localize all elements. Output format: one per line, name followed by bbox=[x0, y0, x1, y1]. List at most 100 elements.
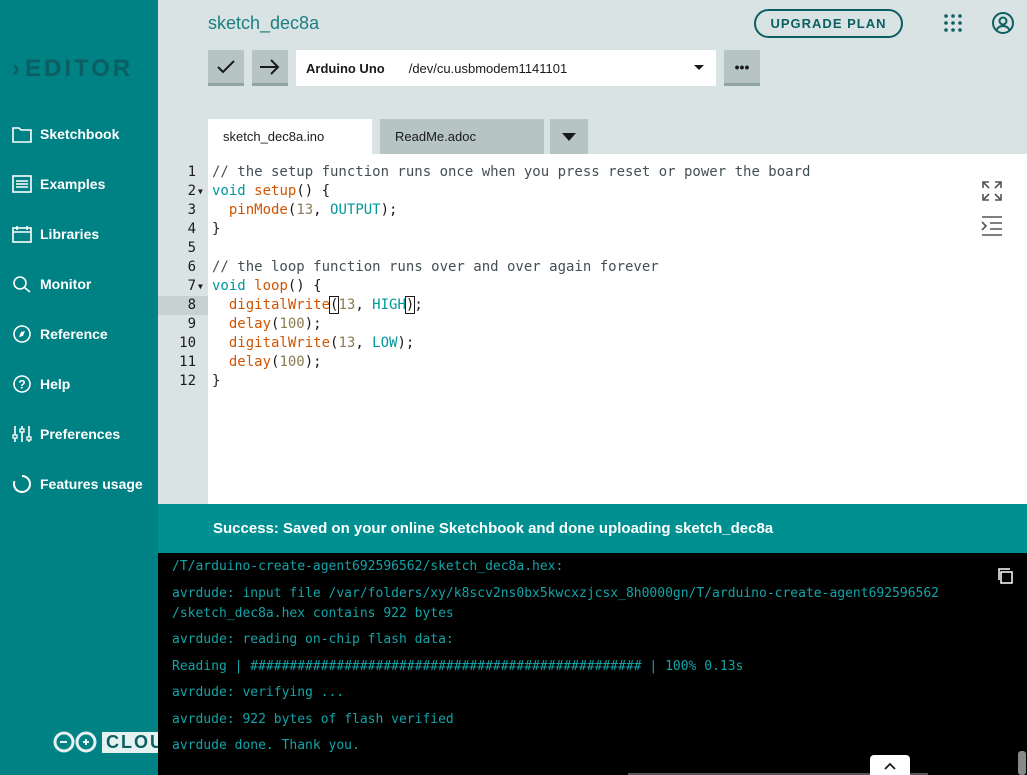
tab-sketch-ino[interactable]: sketch_dec8a.ino bbox=[208, 119, 372, 154]
sidebar-item-help[interactable]: ? Help bbox=[12, 370, 70, 398]
console-scrollbar[interactable] bbox=[1018, 751, 1026, 775]
sidebar-item-label: Help bbox=[40, 376, 71, 392]
chevron-up-icon bbox=[884, 762, 896, 770]
code-line: 12 } bbox=[158, 372, 1027, 391]
board-port: /dev/cu.usbmodem1141101 bbox=[408, 60, 568, 76]
line-number: 3 bbox=[187, 202, 196, 218]
sidebar-item-monitor[interactable]: Monitor bbox=[12, 270, 91, 298]
verify-button[interactable] bbox=[208, 50, 244, 86]
code-constant: LOW bbox=[372, 335, 398, 351]
sidebar-item-label: Examples bbox=[40, 176, 106, 192]
arduino-infinity-icon bbox=[53, 731, 97, 753]
console-line: avrdude: 922 bytes of flash verified bbox=[172, 712, 454, 727]
line-number: 4 bbox=[187, 221, 196, 237]
code-line: 3 pinMode(13, OUTPUT); bbox=[158, 201, 1027, 220]
code-editor[interactable]: 1 // the setup function runs once when y… bbox=[158, 154, 1027, 504]
code-line: 2 ▼ void setup() { bbox=[158, 182, 1027, 201]
sidebar-item-examples[interactable]: Examples bbox=[12, 170, 105, 198]
code-number: 13 bbox=[296, 202, 314, 218]
fold-arrow-icon[interactable]: ▼ bbox=[198, 277, 203, 296]
code-text: () { bbox=[296, 183, 331, 199]
console-line: avrdude done. Thank you. bbox=[172, 738, 360, 753]
arduino-cloud-logo: CLOU bbox=[52, 730, 169, 754]
code-text: () { bbox=[287, 278, 322, 294]
chevron-right-icon: › bbox=[12, 55, 23, 82]
code-function: setup bbox=[254, 183, 297, 199]
compass-icon bbox=[12, 324, 32, 344]
list-icon bbox=[12, 174, 32, 194]
line-number: 8 bbox=[187, 297, 196, 313]
checkmark-icon bbox=[217, 59, 235, 73]
console-output[interactable]: /T/arduino-create-agent692596562/sketch_… bbox=[158, 553, 1027, 775]
code-number: 13 bbox=[338, 297, 356, 313]
code-function: delay bbox=[228, 354, 272, 370]
library-icon bbox=[12, 224, 32, 244]
folder-icon bbox=[12, 124, 32, 144]
sidebar-item-label: Monitor bbox=[40, 276, 92, 292]
board-selector[interactable]: Arduino Uno /dev/cu.usbmodem1141101 bbox=[296, 50, 716, 86]
code-number: 13 bbox=[338, 335, 356, 351]
upgrade-plan-button[interactable]: UPGRADE PLAN bbox=[754, 9, 903, 38]
fold-arrow-icon[interactable]: ▼ bbox=[198, 182, 203, 201]
chevron-down-icon bbox=[694, 65, 704, 70]
line-number: 9 bbox=[187, 316, 196, 332]
help-icon: ? bbox=[12, 374, 32, 394]
tabs-dropdown-button[interactable] bbox=[550, 119, 588, 154]
code-constant: HIGH bbox=[372, 297, 406, 313]
sidebar-item-libraries[interactable]: Libraries bbox=[12, 220, 99, 248]
console-line: Reading | ##############################… bbox=[172, 659, 744, 674]
code-line: 4 } bbox=[158, 220, 1027, 239]
code-line: 1 // the setup function runs once when y… bbox=[158, 163, 1027, 182]
sidebar-item-reference[interactable]: Reference bbox=[12, 320, 108, 348]
user-account-icon[interactable] bbox=[992, 12, 1014, 34]
sliders-icon bbox=[12, 424, 32, 444]
tab-readme[interactable]: ReadMe.adoc bbox=[380, 119, 544, 154]
code-line: 11 delay(100); bbox=[158, 353, 1027, 372]
svg-text:?: ? bbox=[18, 378, 25, 392]
code-function: loop bbox=[254, 278, 288, 294]
header: sketch_dec8a UPGRADE PLAN Arduino Uno /d… bbox=[158, 0, 1027, 154]
sidebar-item-features-usage[interactable]: Features usage bbox=[12, 470, 143, 498]
console-line: /sketch_dec8a.hex contains 922 bytes bbox=[172, 606, 454, 621]
more-options-button[interactable]: ••• bbox=[724, 50, 760, 86]
console-line: avrdude: reading on-chip flash data: bbox=[172, 632, 454, 647]
indent-icon[interactable] bbox=[980, 214, 1004, 238]
sidebar-item-label: Reference bbox=[40, 326, 108, 342]
code-function: digitalWrite bbox=[228, 297, 331, 313]
editor-logo-text: EDITOR bbox=[25, 55, 134, 82]
sidebar-item-label: Features usage bbox=[40, 476, 143, 492]
console-line: avrdude: verifying ... bbox=[172, 685, 345, 700]
code-line: 6 // the loop function runs over and ove… bbox=[158, 258, 1027, 277]
apps-grid-icon[interactable] bbox=[944, 14, 962, 32]
code-number: 100 bbox=[279, 316, 305, 332]
code-keyword: void bbox=[212, 278, 246, 294]
editor-logo: ›EDITOR bbox=[12, 55, 133, 83]
status-message: Success: Saved on your online Sketchbook… bbox=[213, 520, 774, 537]
sidebar-item-label: Sketchbook bbox=[40, 126, 120, 142]
upload-button[interactable] bbox=[252, 50, 288, 86]
sidebar-item-label: Libraries bbox=[40, 226, 100, 242]
sketch-title[interactable]: sketch_dec8a bbox=[208, 13, 319, 34]
code-line: 5 bbox=[158, 239, 1027, 258]
copy-icon[interactable] bbox=[996, 567, 1014, 585]
line-number: 2 bbox=[187, 183, 196, 199]
code-line-active: 8 digitalWrite(13, HIGH); bbox=[158, 296, 1027, 315]
collapse-console-button[interactable] bbox=[870, 755, 910, 775]
line-number: 5 bbox=[187, 240, 196, 256]
sidebar-item-sketchbook[interactable]: Sketchbook bbox=[12, 120, 119, 148]
code-function: delay bbox=[228, 316, 272, 332]
sidebar-item-preferences[interactable]: Preferences bbox=[12, 420, 120, 448]
sidebar: ›EDITOR Sketchbook Examples Libraries Mo… bbox=[0, 0, 169, 775]
board-name: Arduino Uno bbox=[306, 60, 385, 76]
console-line: /T/arduino-create-agent692596562/sketch_… bbox=[172, 559, 564, 574]
chevron-down-icon bbox=[562, 132, 576, 141]
code-constant: OUTPUT bbox=[330, 202, 381, 218]
line-number: 1 bbox=[187, 164, 196, 180]
code-function: pinMode bbox=[228, 202, 288, 218]
code-line: 7 ▼ void loop() { bbox=[158, 277, 1027, 296]
code-keyword: void bbox=[212, 183, 246, 199]
code-text: } bbox=[212, 221, 221, 237]
expand-icon[interactable] bbox=[980, 179, 1004, 203]
code-line: 9 delay(100); bbox=[158, 315, 1027, 334]
monitor-icon bbox=[12, 274, 32, 294]
